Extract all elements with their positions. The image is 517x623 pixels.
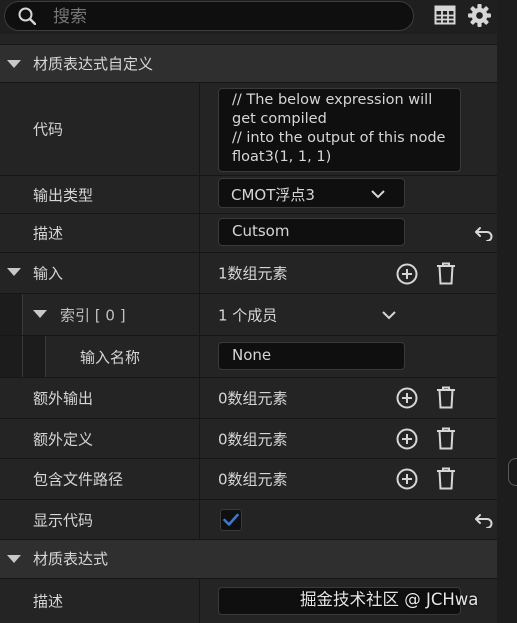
index-member-count: 1 个成员 — [218, 306, 278, 324]
reset-to-default-icon[interactable] — [474, 225, 494, 241]
trash-icon[interactable] — [436, 467, 456, 490]
watermark-text: 掘金技术社区 @ JCHwa — [300, 590, 479, 609]
property-label-show-code: 显示代码 — [33, 511, 94, 529]
trash-icon[interactable] — [436, 262, 456, 285]
property-label-inputs: 输入 — [33, 264, 64, 283]
input-name-value: None — [232, 346, 272, 364]
property-row-inputs: 输入 1数组元素 — [0, 252, 497, 293]
property-row-include-file-paths: 包含文件路径 0数组元素 — [0, 458, 497, 499]
property-label-additional-defines: 额外定义 — [33, 430, 94, 448]
add-element-icon[interactable] — [396, 468, 418, 490]
scrollbar-track — [497, 0, 517, 623]
property-label-description: 描述 — [33, 224, 64, 243]
show-code-checkbox[interactable] — [220, 509, 242, 531]
search-box[interactable] — [4, 1, 414, 31]
expand-caret-icon[interactable] — [7, 268, 21, 276]
output-type-value: CMOT浮点3 — [231, 186, 315, 204]
input-name-field[interactable]: None — [218, 342, 405, 370]
gear-icon[interactable] — [467, 3, 492, 28]
property-row-description: 描述 Cutsom — [0, 213, 497, 252]
additional-outputs-count: 0数组元素 — [218, 389, 288, 408]
section-title: 材质表达式 — [33, 550, 109, 568]
property-row-additional-defines: 额外定义 0数组元素 — [0, 418, 497, 458]
property-label-code: 代码 — [33, 120, 64, 139]
trash-icon[interactable] — [436, 427, 456, 450]
section-header-material-expression[interactable]: 材质表达式 — [0, 539, 497, 578]
property-label-output-type: 输出类型 — [33, 186, 94, 204]
include-file-paths-count: 0数组元素 — [218, 470, 288, 489]
add-element-icon[interactable] — [396, 428, 418, 450]
edge-tab-handle[interactable] — [508, 458, 517, 486]
reset-to-default-icon[interactable] — [474, 512, 494, 528]
property-row-input-name: 输入名称 None — [0, 335, 497, 377]
property-row-code: 代码 // The below expression will get comp… — [0, 82, 497, 175]
property-label-index: 索引 [ 0 ] — [60, 306, 126, 324]
property-label-input-name: 输入名称 — [80, 348, 141, 366]
code-line: // into the output of this node — [232, 130, 446, 146]
collapse-caret-icon[interactable] — [7, 60, 21, 68]
code-line: // The below expression will — [232, 92, 433, 108]
description-value: Cutsom — [232, 222, 290, 240]
chevron-down-icon[interactable] — [382, 310, 396, 320]
add-element-icon[interactable] — [396, 387, 418, 409]
section-title: 材质表达式自定义 — [33, 55, 154, 73]
search-input[interactable] — [51, 4, 395, 30]
checkmark-icon — [223, 513, 239, 526]
search-icon — [18, 7, 36, 25]
property-row-additional-outputs: 额外输出 0数组元素 — [0, 377, 497, 418]
description-input[interactable]: Cutsom — [218, 218, 405, 246]
property-label-include-file-paths: 包含文件路径 — [33, 470, 124, 489]
details-toolbar — [0, 0, 497, 34]
property-row-show-code: 显示代码 — [0, 499, 497, 539]
property-row-output-type: 输出类型 CMOT浮点3 — [0, 175, 497, 213]
expand-caret-icon[interactable] — [33, 310, 47, 318]
property-row-index-0: 索引 [ 0 ] 1 个成员 — [0, 293, 497, 335]
add-element-icon[interactable] — [396, 263, 418, 285]
chevron-down-icon — [371, 190, 385, 199]
property-label-description: 描述 — [33, 592, 64, 611]
details-panel: 材质表达式自定义 代码 // The below expression will… — [0, 0, 497, 623]
table-view-icon[interactable] — [434, 4, 456, 26]
code-textbox[interactable]: // The below expression will get compile… — [218, 88, 461, 172]
additional-defines-count: 0数组元素 — [218, 430, 288, 448]
output-type-dropdown[interactable]: CMOT浮点3 — [218, 178, 405, 208]
property-label-additional-outputs: 额外输出 — [33, 389, 94, 408]
trash-icon[interactable] — [436, 386, 456, 409]
section-header-custom-expression[interactable]: 材质表达式自定义 — [0, 44, 497, 82]
code-line: get compiled — [232, 111, 327, 127]
code-line: float3(1, 1, 1) — [232, 149, 332, 165]
inputs-count: 1数组元素 — [218, 264, 288, 283]
collapse-caret-icon[interactable] — [7, 555, 21, 563]
